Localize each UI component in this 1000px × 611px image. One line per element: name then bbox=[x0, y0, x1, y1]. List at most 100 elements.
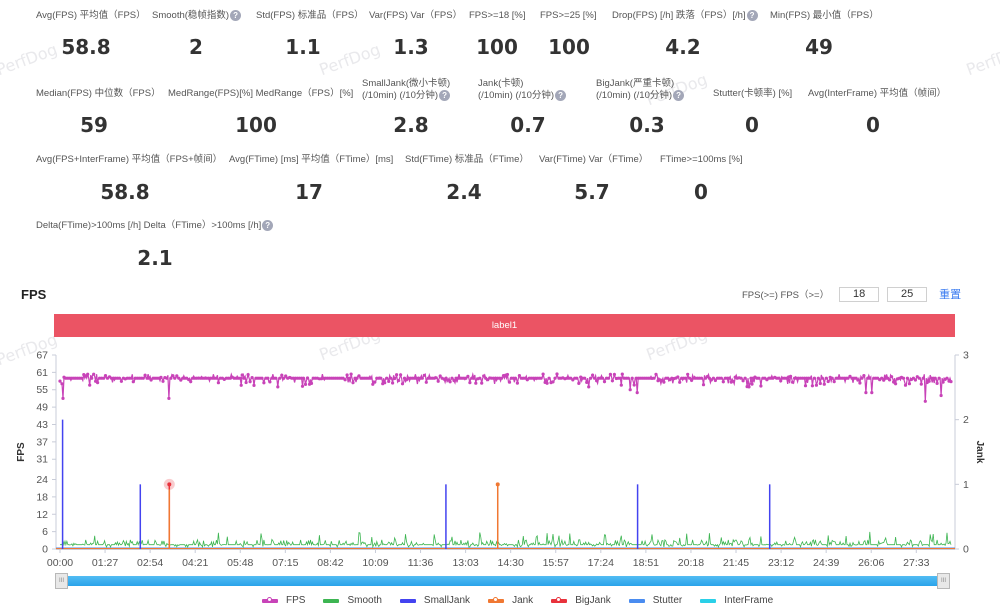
series-fps-point bbox=[803, 384, 808, 388]
x-tick-label: 21:45 bbox=[723, 557, 749, 569]
series-fps-point bbox=[876, 376, 880, 380]
series-fps-point bbox=[347, 376, 351, 380]
metric-label-text: Avg(FPS) 平均值（FPS） bbox=[36, 10, 146, 21]
series-fps-point bbox=[591, 373, 595, 377]
series-fps-point bbox=[664, 376, 668, 380]
series-fps-point bbox=[61, 396, 65, 400]
series-fps-point bbox=[357, 374, 361, 378]
series-fps-point bbox=[383, 381, 387, 385]
series-fps-point bbox=[367, 376, 371, 380]
series-fps-point bbox=[58, 379, 62, 383]
help-icon[interactable]: ? bbox=[746, 10, 758, 21]
series-fps-point bbox=[854, 376, 858, 380]
series-fps-point bbox=[644, 376, 648, 380]
metric-value: 100 bbox=[476, 35, 518, 59]
series-fps-point bbox=[864, 391, 868, 395]
series-fps-point bbox=[682, 376, 686, 380]
series-fps-point bbox=[535, 376, 539, 380]
series-fps-point bbox=[943, 377, 947, 381]
series-fps-point bbox=[442, 377, 446, 381]
metric-label: Std(FPS) 标准品（FPS） bbox=[256, 10, 364, 22]
series-bigjank-point bbox=[167, 482, 172, 487]
series-fps-point bbox=[745, 385, 749, 389]
series-fps-point bbox=[602, 380, 607, 384]
x-tick-label: 17:24 bbox=[588, 557, 614, 569]
legend-item-interframe[interactable]: InterFrame bbox=[700, 595, 773, 606]
series-fps-point bbox=[933, 376, 937, 380]
series-fps-point bbox=[652, 376, 656, 380]
series-fps-point bbox=[771, 376, 775, 380]
slider-handle-left[interactable]: III bbox=[55, 573, 68, 589]
threshold-input-2[interactable] bbox=[887, 286, 928, 302]
threshold-input-1[interactable] bbox=[839, 286, 880, 302]
series-fps-point bbox=[785, 376, 789, 380]
metric-label: Std(FTime) 标准品（FTime） bbox=[405, 154, 529, 166]
legend-item-bigjank[interactable]: BigJank bbox=[551, 595, 611, 606]
series-fps-point bbox=[672, 377, 676, 381]
series-fps-point bbox=[232, 376, 236, 380]
legend-item-fps[interactable]: FPS bbox=[262, 595, 305, 606]
series-fps-point bbox=[787, 375, 791, 379]
series-fps-point bbox=[68, 376, 72, 380]
series-fps-point bbox=[450, 376, 454, 380]
legend-swatch-icon bbox=[399, 598, 416, 603]
series-fps-point bbox=[298, 376, 302, 380]
series-fps-point bbox=[365, 376, 369, 380]
series-fps-point bbox=[501, 374, 506, 378]
series-fps-point bbox=[749, 376, 753, 380]
series-fps-point bbox=[725, 376, 729, 380]
series-fps-point bbox=[177, 376, 181, 380]
series-fps-point bbox=[393, 376, 397, 381]
legend-item-smalljank[interactable]: SmallJank bbox=[399, 595, 471, 606]
series-fps-point bbox=[711, 376, 716, 380]
series-fps-point bbox=[404, 378, 409, 382]
help-icon[interactable]: ? bbox=[439, 90, 451, 101]
series-fps-point bbox=[597, 376, 601, 380]
series-fps-point bbox=[773, 375, 777, 379]
series-fps-point bbox=[709, 378, 714, 382]
reset-button[interactable]: 重置 bbox=[939, 286, 961, 302]
series-fps-point bbox=[349, 372, 353, 376]
x-tick-label: 20:18 bbox=[678, 557, 704, 569]
time-range-slider[interactable] bbox=[62, 576, 942, 586]
series-fps-point bbox=[923, 399, 927, 403]
series-fps-point bbox=[426, 376, 430, 380]
metric-label-unit: (/10min) (/10分钟) bbox=[596, 90, 673, 102]
series-fps-point bbox=[323, 376, 327, 380]
series-fps-point bbox=[189, 380, 193, 384]
series-fps-point bbox=[795, 376, 799, 380]
legend-item-smooth[interactable]: Smooth bbox=[323, 595, 382, 606]
series-fps-point bbox=[656, 379, 660, 383]
legend-item-jank[interactable]: Jank bbox=[488, 595, 533, 606]
series-fps-point bbox=[327, 376, 331, 380]
metric-value: 58.8 bbox=[61, 35, 111, 59]
series-fps-point bbox=[798, 376, 803, 380]
x-tick-label: 18:51 bbox=[633, 557, 659, 569]
series-fps-point bbox=[882, 378, 886, 382]
help-icon[interactable]: ? bbox=[262, 220, 274, 231]
series-fps-point bbox=[909, 377, 914, 382]
help-icon[interactable]: ? bbox=[230, 10, 242, 21]
series-fps-point bbox=[666, 376, 670, 380]
label-bar[interactable]: label1 bbox=[54, 314, 955, 337]
series-fps-point bbox=[606, 376, 611, 380]
legend-label: SmallJank bbox=[423, 595, 471, 606]
series-fps-point bbox=[210, 376, 215, 380]
series-fps-point bbox=[135, 376, 139, 380]
series-fps-point bbox=[858, 381, 862, 385]
series-fps-point bbox=[418, 376, 422, 380]
series-fps-point bbox=[387, 379, 391, 383]
slider-handle-right[interactable]: III bbox=[937, 573, 950, 589]
legend-item-stutter[interactable]: Stutter bbox=[628, 595, 682, 606]
help-icon[interactable]: ? bbox=[555, 90, 567, 101]
series-fps-point bbox=[157, 376, 161, 380]
series-fps-point bbox=[363, 376, 367, 380]
series-fps-point bbox=[690, 378, 694, 382]
series-fps-point bbox=[753, 375, 757, 379]
metric-label-text: Min(FPS) 最小值（FPS） bbox=[770, 10, 879, 21]
series-fps-point bbox=[434, 376, 438, 380]
metric-label-text: FPS>=25 [%] bbox=[540, 10, 597, 21]
help-icon[interactable]: ? bbox=[673, 90, 685, 101]
series-fps-point bbox=[80, 376, 84, 380]
series-fps-point bbox=[199, 376, 203, 380]
